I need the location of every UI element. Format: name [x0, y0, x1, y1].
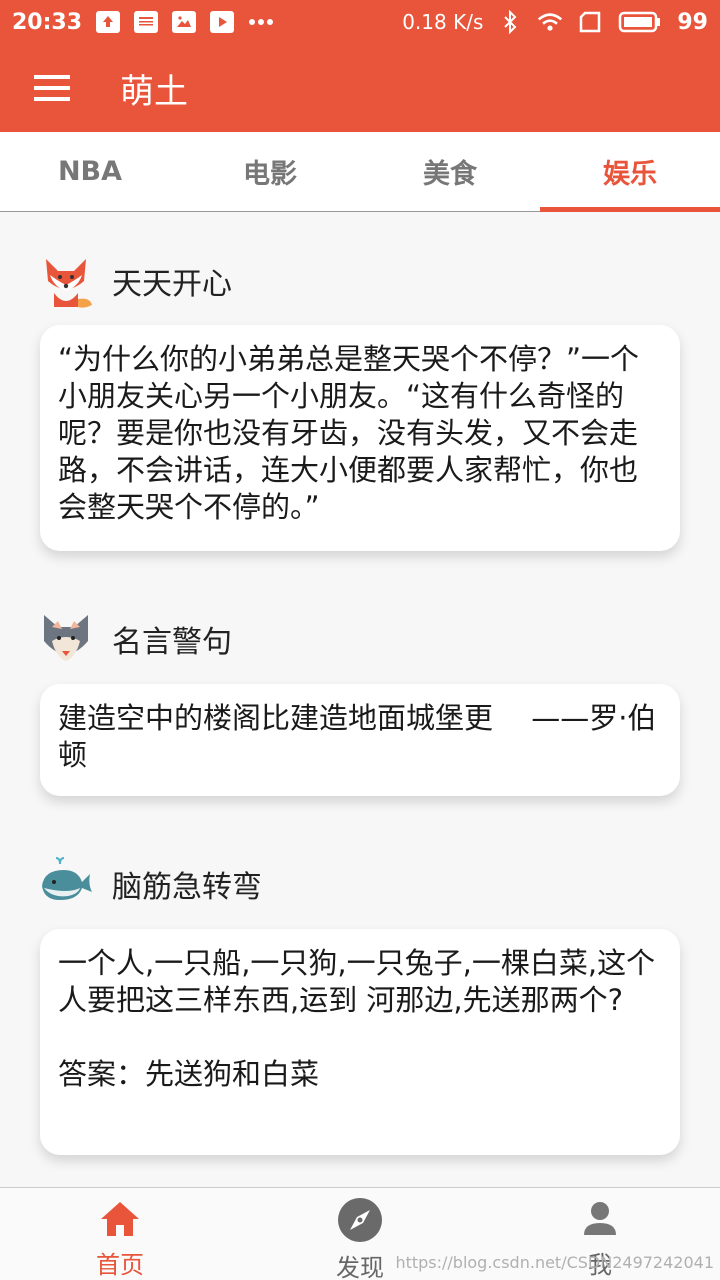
home-icon	[96, 1196, 144, 1241]
fox-icon	[38, 253, 94, 309]
person-icon	[576, 1196, 624, 1241]
battery-level: 99	[677, 9, 708, 35]
wifi-icon	[537, 11, 563, 33]
menu-icon	[34, 75, 70, 101]
tab-food[interactable]: 美食	[360, 132, 540, 211]
joke-card[interactable]: “为什么你的小弟弟总是整天哭个不停？”一个小朋友关心另一个小朋友。“这有什么奇怪…	[40, 325, 680, 551]
tab-nba[interactable]: NBA	[0, 132, 180, 211]
network-speed: 0.18 K/s	[402, 10, 484, 34]
status-bar: 20:33 0.18 K/s 99	[0, 0, 720, 44]
quote-card[interactable]: 建造空中的楼阁比建造地面城堡更 ——罗·伯顿	[40, 684, 680, 796]
card-text: “为什么你的小弟弟总是整天哭个不停？”一个小朋友关心另一个小朋友。“这有什么奇怪…	[58, 342, 640, 524]
battery-icon	[617, 11, 663, 33]
image-icon	[172, 11, 197, 33]
whale-icon	[38, 856, 94, 912]
content-list[interactable]: 天天开心 “为什么你的小弟弟总是整天哭个不停？”一个小朋友关心另一个小朋友。“这…	[0, 213, 720, 1187]
category-tabs: NBA 电影 美食 娱乐	[0, 132, 720, 212]
news-icon	[134, 11, 159, 33]
section-title: 名言警句	[112, 625, 232, 660]
bluetooth-icon	[497, 10, 523, 34]
watermark: https://blog.csdn.net/CSDN2497242041	[395, 1253, 714, 1272]
nav-home[interactable]: 首页	[0, 1188, 240, 1280]
tab-movie[interactable]: 电影	[180, 132, 360, 211]
video-icon	[210, 11, 235, 33]
nav-label: 发现	[336, 1254, 384, 1280]
nav-label: 首页	[96, 1251, 144, 1279]
card-text: 建造空中的楼阁比建造地面城堡更 ——罗·伯顿	[58, 701, 657, 772]
riddle-card[interactable]: 一个人,一只船,一只狗,一只兔子,一棵白菜,这个人要把这三样东西,运到 河那边,…	[40, 929, 680, 1155]
wolf-icon	[38, 611, 94, 667]
section-title: 天天开心	[112, 267, 232, 302]
section-title: 脑筋急转弯	[112, 870, 262, 905]
menu-button[interactable]	[0, 44, 104, 132]
section-header-quote: 名言警句	[38, 611, 232, 667]
bottom-nav: 首页 发现 我 https://blog.csdn.net/CSDN249724…	[0, 1187, 720, 1280]
app-title: 萌土	[120, 71, 188, 112]
section-header-joke: 天天开心	[38, 253, 232, 309]
card-text: 一个人,一只船,一只狗,一只兔子,一棵白菜,这个人要把这三样东西,运到 河那边,…	[58, 946, 656, 1017]
app-bar: 萌土	[0, 44, 720, 132]
tab-entertainment[interactable]: 娱乐	[540, 132, 720, 212]
more-icon	[248, 11, 274, 33]
section-header-riddle: 脑筋急转弯	[38, 856, 262, 912]
sim-icon	[577, 11, 603, 33]
card-answer: 答案：先送狗和白菜	[58, 1057, 320, 1091]
status-time: 20:33	[12, 9, 83, 35]
compass-icon	[336, 1196, 384, 1244]
upload-icon	[96, 11, 121, 33]
